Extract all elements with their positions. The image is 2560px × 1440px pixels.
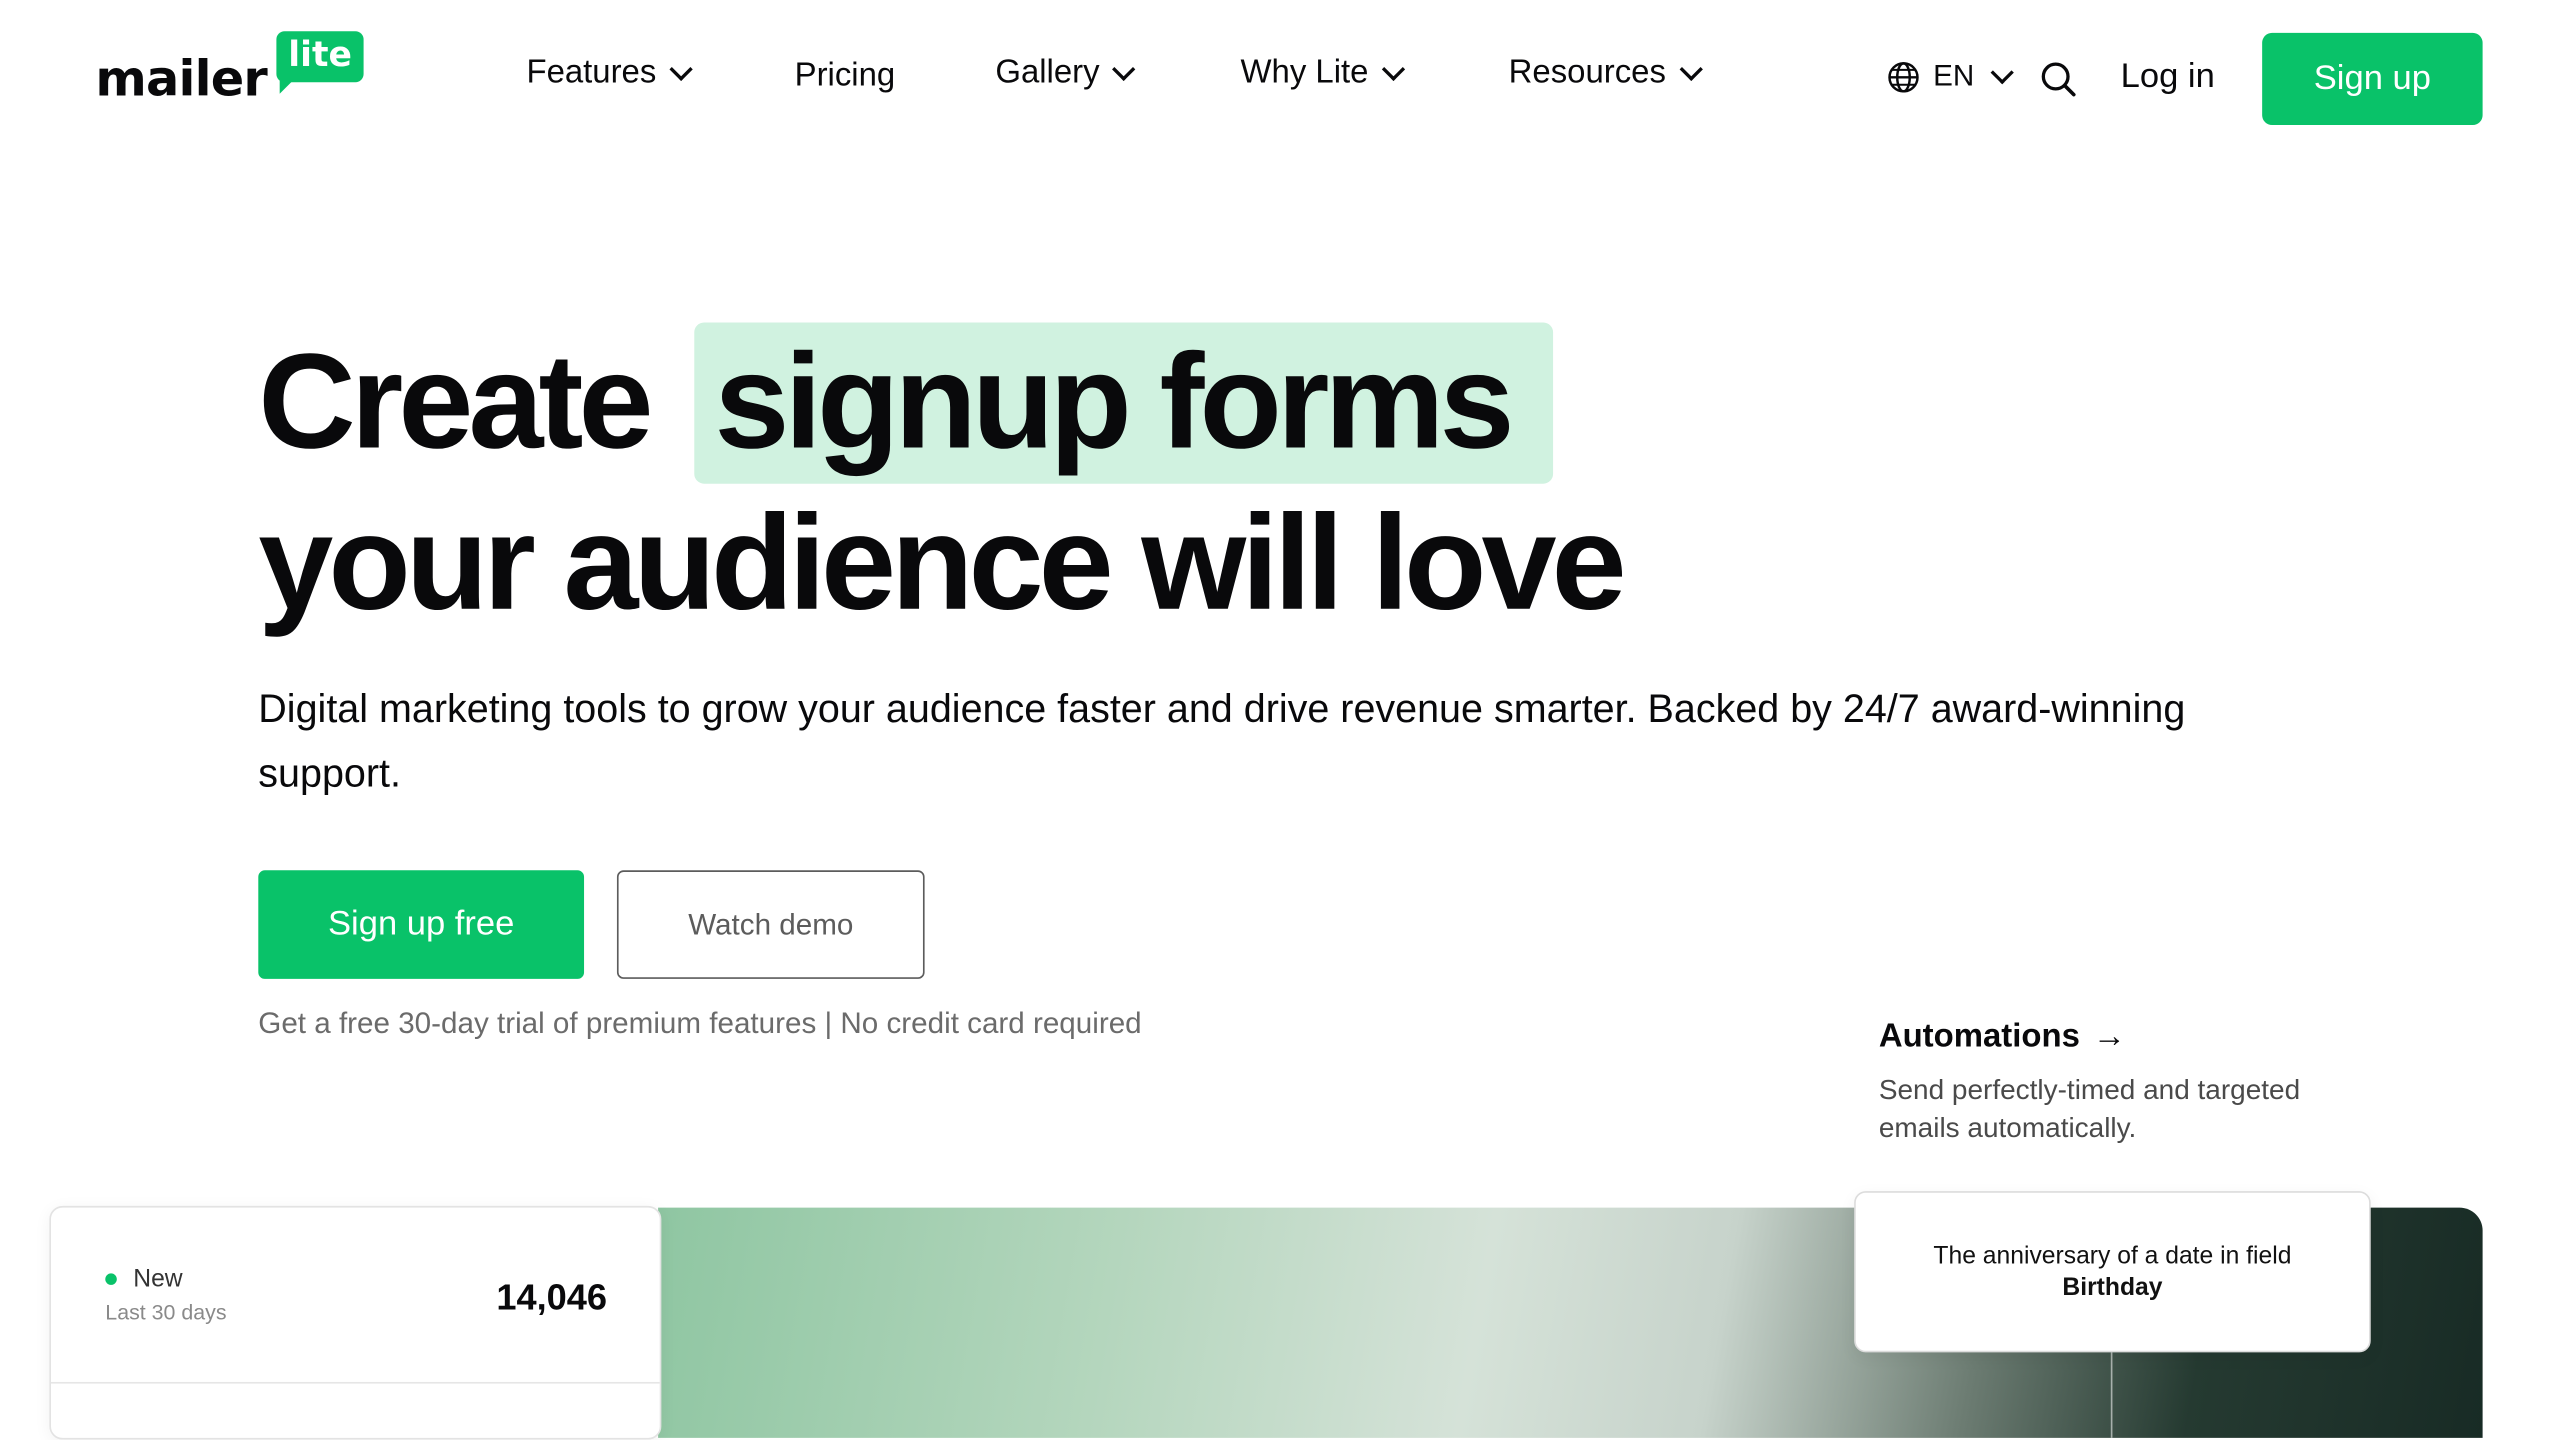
mailerlite-logo[interactable]: mailer lite (95, 31, 364, 109)
arrow-right-icon: → (2093, 1018, 2126, 1055)
nav-resources[interactable]: Resources (1508, 54, 1703, 92)
watch-demo-button[interactable]: Watch demo (616, 870, 925, 979)
signup-button[interactable]: Sign up (2262, 32, 2483, 126)
nav-gallery-label: Gallery (995, 54, 1100, 91)
stats-card: New Last 30 days 14,046 (49, 1205, 662, 1440)
landing-page: mailer lite Features Pricing Gallery Why… (0, 0, 2560, 1440)
headline-prefix: Create (258, 327, 653, 478)
nav-why-lite[interactable]: Why Lite (1240, 54, 1405, 92)
nav-features-label: Features (526, 54, 657, 91)
chevron-down-icon (669, 56, 693, 81)
logo-badge: lite (276, 31, 364, 94)
chevron-down-icon (1112, 56, 1136, 81)
stat-period: Last 30 days (105, 1299, 227, 1325)
nav-pricing-label: Pricing (794, 57, 896, 94)
chevron-down-icon (1678, 56, 1703, 81)
hero-subtitle: Digital marketing tools to grow your aud… (258, 687, 2186, 797)
nav-pricing[interactable]: Pricing (795, 58, 896, 96)
headline-line-1: Create signup forms (258, 335, 1514, 471)
language-label: EN (1933, 59, 1975, 93)
automations-title: Automations (1878, 1018, 2080, 1055)
language-selector[interactable]: EN (1887, 59, 2014, 94)
signup-free-button[interactable]: Sign up free (258, 870, 585, 979)
connector-line (2110, 1352, 2113, 1438)
chevron-down-icon (1990, 60, 2014, 84)
nav-gallery[interactable]: Gallery (995, 54, 1136, 92)
automation-trigger-card: The anniversary of a date in field Birth… (1854, 1191, 2371, 1353)
search-icon (2041, 62, 2076, 97)
logo-word: mailer (95, 51, 267, 109)
nav-why-lite-label: Why Lite (1240, 54, 1369, 91)
globe-icon (1888, 61, 1919, 92)
automations-description: Send perfectly-timed and targeted emails… (1878, 1074, 2301, 1144)
headline-line-2: your audience will love (258, 488, 1626, 639)
login-link[interactable]: Log in (2121, 58, 2215, 97)
trigger-text: The anniversary of a date in field Birth… (1923, 1240, 2301, 1303)
headline-highlight-text: signup forms (714, 327, 1514, 478)
stat-label: New (133, 1265, 183, 1294)
trigger-description: The anniversary of a date in field (1933, 1242, 2292, 1271)
automations-link[interactable]: Automations → (1879, 1018, 2126, 1056)
search-button[interactable] (2038, 59, 2077, 98)
nav-resources-label: Resources (1508, 54, 1666, 91)
trial-note: Get a free 30-day trial of premium featu… (258, 1006, 1142, 1040)
stats-row: New Last 30 days 14,046 (51, 1208, 660, 1384)
trigger-field: Birthday (2062, 1273, 2163, 1302)
chevron-down-icon (1381, 56, 1405, 81)
nav-features[interactable]: Features (526, 54, 693, 92)
status-dot (105, 1273, 117, 1285)
stat-value: 14,046 (496, 1276, 608, 1318)
